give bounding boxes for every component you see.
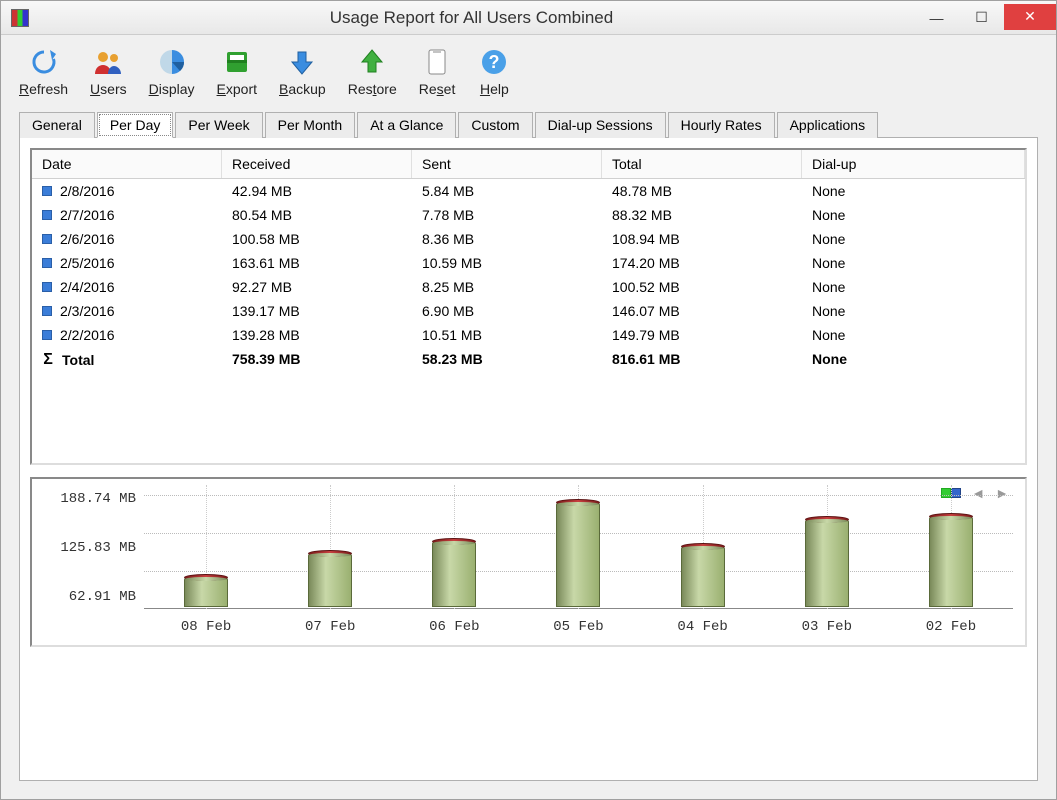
- close-button[interactable]: ✕: [1004, 4, 1056, 30]
- reset-label: Reset: [419, 81, 456, 97]
- backup-icon: [285, 45, 319, 79]
- tab-bar: GeneralPer DayPer WeekPer MonthAt a Glan…: [1, 105, 1056, 137]
- users-button[interactable]: Users: [90, 45, 127, 97]
- row-icon: [42, 210, 52, 220]
- col-total[interactable]: Total: [602, 150, 802, 178]
- bar-06-Feb[interactable]: [432, 542, 476, 607]
- tab-dial-up-sessions[interactable]: Dial-up Sessions: [535, 112, 666, 138]
- help-icon: ?: [477, 45, 511, 79]
- table-row[interactable]: 2/8/2016 42.94 MB 5.84 MB 48.78 MB None: [32, 179, 1025, 203]
- chart-x-axis: 08 Feb07 Feb06 Feb05 Feb04 Feb03 Feb02 F…: [144, 619, 1013, 635]
- bar-slot: [641, 491, 765, 607]
- bar-slot: [516, 491, 640, 607]
- toolbar: Refresh Users Display Export Backup Rest…: [1, 35, 1056, 105]
- backup-button[interactable]: Backup: [279, 45, 326, 97]
- tab-applications[interactable]: Applications: [777, 112, 879, 138]
- users-icon: [91, 45, 125, 79]
- bar-slot: [765, 491, 889, 607]
- bar-07-Feb[interactable]: [308, 554, 352, 607]
- refresh-icon: [27, 45, 61, 79]
- app-window: Usage Report for All Users Combined — ☐ …: [0, 0, 1057, 800]
- bar-slot: [392, 491, 516, 607]
- usage-table: DateReceivedSentTotalDial-up 2/8/2016 42…: [30, 148, 1027, 465]
- help-button[interactable]: ? Help: [477, 45, 511, 97]
- restore-icon: [355, 45, 389, 79]
- export-label: Export: [217, 81, 257, 97]
- content-area: DateReceivedSentTotalDial-up 2/8/2016 42…: [19, 137, 1038, 781]
- export-button[interactable]: Export: [217, 45, 257, 97]
- refresh-button[interactable]: Refresh: [19, 45, 68, 97]
- bar-slot: [889, 491, 1013, 607]
- table-row[interactable]: 2/2/2016 139.28 MB 10.51 MB 149.79 MB No…: [32, 323, 1025, 347]
- backup-label: Backup: [279, 81, 326, 97]
- sigma-icon: Σ: [42, 351, 54, 369]
- bar-02-Feb[interactable]: [929, 517, 973, 607]
- bar-08-Feb[interactable]: [184, 578, 228, 607]
- bar-05-Feb[interactable]: [556, 503, 600, 607]
- window-title: Usage Report for All Users Combined: [29, 8, 914, 28]
- col-dial-up[interactable]: Dial-up: [802, 150, 1025, 178]
- users-label: Users: [90, 81, 127, 97]
- table-total-row: ΣTotal 758.39 MB 58.23 MB 816.61 MB None: [32, 347, 1025, 373]
- row-icon: [42, 330, 52, 340]
- tab-per-month[interactable]: Per Month: [265, 112, 356, 138]
- chart-plot: 08 Feb07 Feb06 Feb05 Feb04 Feb03 Feb02 F…: [144, 485, 1013, 635]
- bar-04-Feb[interactable]: [681, 547, 725, 607]
- export-icon: [220, 45, 254, 79]
- svg-text:?: ?: [489, 52, 500, 72]
- help-label: Help: [480, 81, 509, 97]
- table-row[interactable]: 2/4/2016 92.27 MB 8.25 MB 100.52 MB None: [32, 275, 1025, 299]
- row-icon: [42, 282, 52, 292]
- display-label: Display: [149, 81, 195, 97]
- table-row[interactable]: 2/3/2016 139.17 MB 6.90 MB 146.07 MB Non…: [32, 299, 1025, 323]
- bar-slot: [268, 491, 392, 607]
- row-icon: [42, 186, 52, 196]
- maximize-button[interactable]: ☐: [959, 5, 1004, 31]
- row-icon: [42, 234, 52, 244]
- table-body: 2/8/2016 42.94 MB 5.84 MB 48.78 MB None …: [32, 179, 1025, 463]
- table-row[interactable]: 2/6/2016 100.58 MB 8.36 MB 108.94 MB Non…: [32, 227, 1025, 251]
- bar-slot: [144, 491, 268, 607]
- minimize-button[interactable]: —: [914, 5, 959, 31]
- restore-button[interactable]: Restore: [348, 45, 397, 97]
- reset-button[interactable]: Reset: [419, 45, 456, 97]
- col-received[interactable]: Received: [222, 150, 412, 178]
- chart-y-axis: 188.74 MB125.83 MB62.91 MB: [44, 485, 144, 635]
- display-button[interactable]: Display: [149, 45, 195, 97]
- app-icon: [11, 9, 29, 27]
- titlebar: Usage Report for All Users Combined — ☐ …: [1, 1, 1056, 35]
- bar-03-Feb[interactable]: [805, 520, 849, 607]
- tab-at-a-glance[interactable]: At a Glance: [357, 112, 456, 138]
- table-header: DateReceivedSentTotalDial-up: [32, 150, 1025, 179]
- refresh-label: Refresh: [19, 81, 68, 97]
- table-row[interactable]: 2/5/2016 163.61 MB 10.59 MB 174.20 MB No…: [32, 251, 1025, 275]
- tab-per-day[interactable]: Per Day: [97, 112, 174, 138]
- tab-per-week[interactable]: Per Week: [175, 112, 262, 138]
- col-date[interactable]: Date: [32, 150, 222, 178]
- col-sent[interactable]: Sent: [412, 150, 602, 178]
- display-icon: [155, 45, 189, 79]
- tab-hourly-rates[interactable]: Hourly Rates: [668, 112, 775, 138]
- usage-chart: ◄ ► 188.74 MB125.83 MB62.91 MB: [30, 477, 1027, 647]
- row-icon: [42, 306, 52, 316]
- table-row[interactable]: 2/7/2016 80.54 MB 7.78 MB 88.32 MB None: [32, 203, 1025, 227]
- tab-general[interactable]: General: [19, 112, 95, 138]
- row-icon: [42, 258, 52, 268]
- reset-icon: [420, 45, 454, 79]
- restore-label: Restore: [348, 81, 397, 97]
- tab-custom[interactable]: Custom: [458, 112, 532, 138]
